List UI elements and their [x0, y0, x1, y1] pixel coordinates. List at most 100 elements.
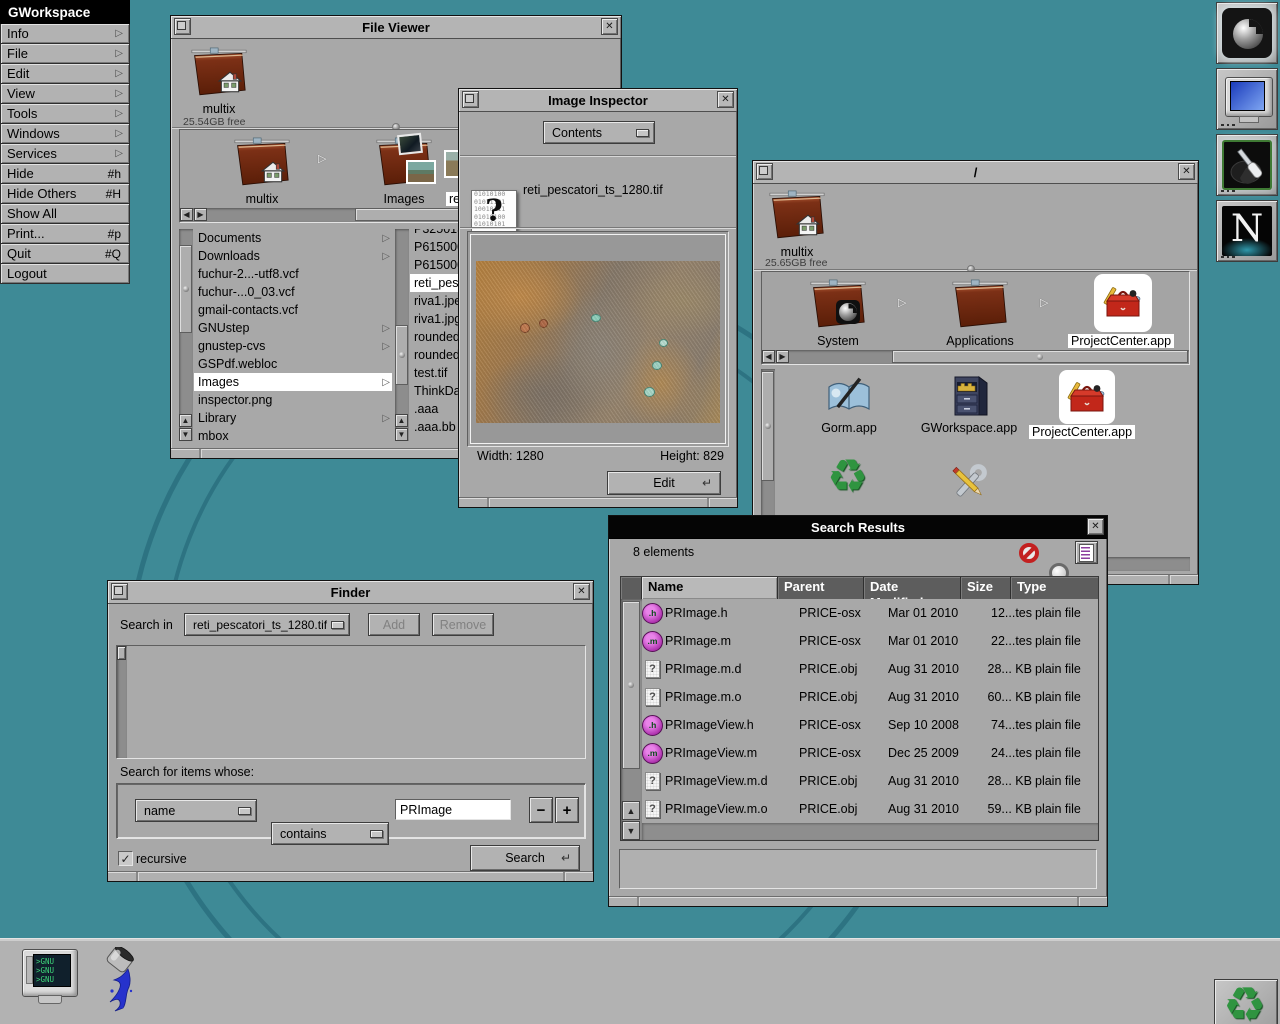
- remove-button[interactable]: Remove: [432, 613, 494, 636]
- add-button[interactable]: Add: [368, 613, 420, 636]
- scroll-left-arrow[interactable]: ◀: [180, 208, 193, 221]
- column-header-parent[interactable]: Parent: [778, 577, 864, 599]
- search-scope-popup[interactable]: reti_pescatori_ts_1280.tif: [184, 613, 350, 636]
- scroll-knob[interactable]: [179, 245, 192, 333]
- detail-view-button[interactable]: [1075, 541, 1098, 564]
- recursive-checkbox[interactable]: ✓: [118, 851, 133, 866]
- icon-gworkspace[interactable]: [945, 373, 993, 419]
- menu-item[interactable]: Show All ▷: [0, 204, 130, 224]
- recycler-icon[interactable]: ♻: [827, 453, 868, 499]
- window-resize-bar[interactable]: [609, 896, 1107, 906]
- file-list-item[interactable]: fuchur-2...-utf8.vcf ▷: [194, 265, 392, 283]
- dock-tile-terminal[interactable]: [1216, 68, 1278, 130]
- scroll-right-arrow[interactable]: ▶: [776, 350, 789, 363]
- root-window-titlebar[interactable]: / ✕: [753, 161, 1198, 184]
- menu-item[interactable]: File ▷: [0, 44, 130, 64]
- file-list-item[interactable]: GNUstep ▷: [194, 319, 392, 337]
- menu-item[interactable]: Edit ▷: [0, 64, 130, 84]
- dock-tile-toolbox[interactable]: [1216, 134, 1278, 196]
- menu-item[interactable]: View ▷: [0, 84, 130, 104]
- file-list-item[interactable]: Library ▷: [194, 409, 392, 427]
- menu-item[interactable]: Services ▷: [0, 144, 130, 164]
- search-result-row[interactable]: ? PRImage.m.d PRICE.obj Aug 31 2010 28..…: [642, 655, 1098, 683]
- contents-popup[interactable]: Contents: [543, 121, 655, 144]
- tools-icon[interactable]: [943, 461, 995, 505]
- search-result-row[interactable]: .h ? PRImageView.h PRICE-osx Sep 10 2008…: [642, 711, 1098, 739]
- icon-gorm[interactable]: [825, 375, 873, 419]
- file-list-item[interactable]: Downloads ▷: [194, 247, 392, 265]
- dock-tile-netscape[interactable]: N: [1216, 200, 1278, 262]
- file-list-item[interactable]: Documents ▷: [194, 229, 392, 247]
- scroll-knob[interactable]: [892, 350, 1188, 363]
- menu-title[interactable]: GWorkspace: [0, 0, 130, 24]
- search-result-row[interactable]: .m ? PRImageView.m PRICE-osx Dec 25 2009…: [642, 739, 1098, 767]
- search-result-row[interactable]: ? PRImage.m.o PRICE.obj Aug 31 2010 60..…: [642, 683, 1098, 711]
- file-list-item[interactable]: Images ▷: [194, 373, 392, 391]
- column-header-date[interactable]: Date Modified: [864, 577, 961, 599]
- file-viewer-titlebar[interactable]: File Viewer ✕: [171, 16, 621, 39]
- miniaturize-button[interactable]: [756, 163, 773, 180]
- column-header-name[interactable]: Name: [642, 577, 778, 599]
- menu-item[interactable]: Print... #p ▷: [0, 224, 130, 244]
- operator-popup[interactable]: contains: [271, 822, 389, 845]
- shelf-item-projectcenter[interactable]: [1094, 274, 1152, 332]
- menu-item[interactable]: Tools ▷: [0, 104, 130, 124]
- miniaturize-button[interactable]: [462, 91, 479, 108]
- edit-button[interactable]: Edit ↵: [607, 471, 721, 495]
- scroll-left-arrow[interactable]: ◀: [762, 350, 775, 363]
- search-button[interactable]: Search ↵: [470, 845, 580, 871]
- vertical-scrollbar[interactable]: ▲ ▼: [395, 229, 409, 441]
- shelf-item-multix[interactable]: [234, 136, 290, 190]
- scroll-up-arrow[interactable]: ▲: [179, 414, 192, 427]
- vertical-scrollbar[interactable]: ▲ ▼: [179, 229, 193, 441]
- scroll-down-arrow[interactable]: ▼: [179, 428, 192, 441]
- window-resize-bar[interactable]: [108, 871, 593, 881]
- menu-item[interactable]: Logout ▷: [0, 264, 130, 284]
- file-list-item[interactable]: fuchur-...0_03.vcf ▷: [194, 283, 392, 301]
- window-resize-bar[interactable]: [459, 497, 737, 507]
- image-inspector-titlebar[interactable]: Image Inspector ✕: [459, 89, 737, 112]
- icon-projectcenter[interactable]: [1059, 370, 1115, 424]
- close-button[interactable]: ✕: [1178, 163, 1195, 180]
- file-list-item[interactable]: mbox ▷: [194, 427, 392, 441]
- search-places-list[interactable]: [116, 645, 586, 759]
- shelf-item-images[interactable]: [376, 136, 436, 192]
- remove-criterion-button[interactable]: −: [529, 797, 553, 823]
- column-header-size[interactable]: Size: [961, 577, 1011, 599]
- vertical-scrollbar[interactable]: ▲ ▼: [621, 599, 642, 840]
- scroll-knob[interactable]: [395, 325, 408, 385]
- root-folder-icon[interactable]: [191, 46, 247, 100]
- scroll-right-arrow[interactable]: ▶: [194, 208, 207, 221]
- list-scroll-strip[interactable]: [117, 646, 127, 758]
- shelf-app-ink[interactable]: [98, 947, 154, 1013]
- root-folder-icon[interactable]: [769, 189, 825, 243]
- menu-item[interactable]: Windows ▷: [0, 124, 130, 144]
- search-result-row[interactable]: ? PRImageView.m.d PRICE.obj Aug 31 2010 …: [642, 767, 1098, 795]
- scroll-knob[interactable]: [622, 601, 640, 769]
- scroll-down-arrow[interactable]: ▼: [395, 428, 408, 441]
- shelf-scrollbar[interactable]: ◀ ▶: [762, 350, 1189, 364]
- miniaturize-button[interactable]: [111, 583, 128, 600]
- recycler-tile[interactable]: ♻: [1214, 979, 1278, 1024]
- close-button[interactable]: ✕: [1087, 518, 1104, 535]
- miniaturize-button[interactable]: [174, 18, 191, 35]
- attribute-popup[interactable]: name: [135, 799, 257, 822]
- scroll-knob[interactable]: [761, 371, 774, 481]
- shelf-item-system[interactable]: [810, 278, 866, 332]
- finder-titlebar[interactable]: Finder ✕: [108, 581, 593, 604]
- close-button[interactable]: ✕: [601, 18, 618, 35]
- menu-item[interactable]: Quit #Q ▷: [0, 244, 130, 264]
- menu-item[interactable]: Hide #h ▷: [0, 164, 130, 184]
- column-header-type[interactable]: Type: [1011, 577, 1098, 599]
- file-list-item[interactable]: GSPdf.webloc ▷: [194, 355, 392, 373]
- file-list-item[interactable]: inspector.png ▷: [194, 391, 392, 409]
- file-list-item[interactable]: gnustep-cvs ▷: [194, 337, 392, 355]
- dock-tile-gworkspace[interactable]: [1216, 2, 1278, 64]
- search-result-row[interactable]: .m ? PRImage.m PRICE-osx Mar 01 2010 22.…: [642, 627, 1098, 655]
- search-result-row[interactable]: ? PRImageView.m.o PRICE.obj Aug 31 2010 …: [642, 795, 1098, 823]
- scroll-down-arrow[interactable]: ▼: [622, 821, 640, 840]
- search-results-titlebar[interactable]: Search Results ✕: [609, 516, 1107, 539]
- search-term-input[interactable]: [395, 799, 511, 820]
- close-button[interactable]: ✕: [717, 91, 734, 108]
- close-button[interactable]: ✕: [573, 583, 590, 600]
